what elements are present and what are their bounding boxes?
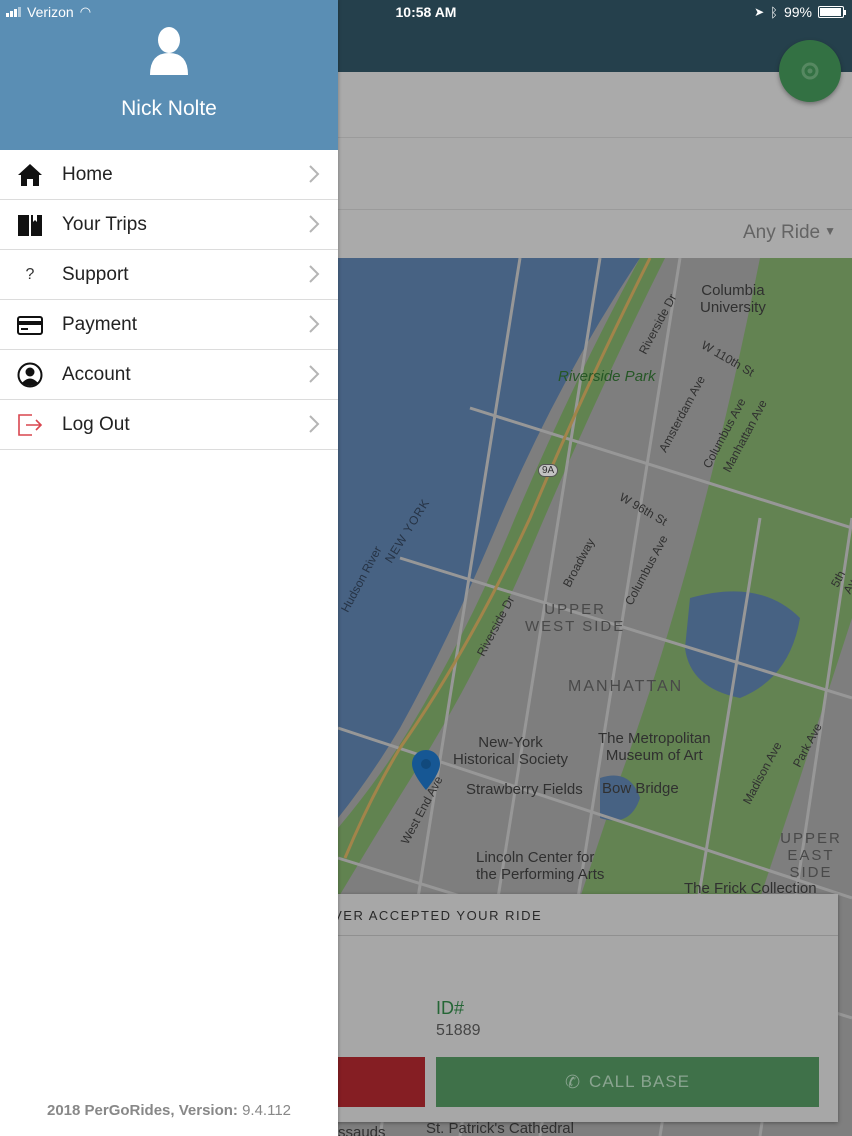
menu-label-log-out: Log Out	[62, 413, 130, 435]
ride-status-card: IVER ACCEPTED YOUR RIDE ID# 51889 ✆ CALL…	[300, 894, 838, 1122]
version-footer: 2018 PerGoRides, Version: 9.4.112	[0, 1102, 338, 1119]
call-base-label: CALL BASE	[589, 1072, 691, 1091]
bluetooth-icon: ᛒ	[770, 4, 778, 20]
home-icon	[0, 150, 62, 200]
ride-status-header: IVER ACCEPTED YOUR RIDE	[300, 894, 838, 936]
chevron-right-icon	[309, 315, 320, 333]
copyright-text: 2018 PerGoRides, Version:	[46, 1102, 238, 1119]
map-label-st-patricks: St. Patrick's Cathedral	[426, 1120, 574, 1136]
map-label-lincoln-center: Lincoln Center for the Performing Arts	[476, 849, 605, 883]
battery-icon	[818, 6, 846, 18]
map-label-upper-east-side: UPPER EAST SIDE	[780, 830, 842, 881]
ride-type-value: Any Ride	[743, 222, 821, 243]
menu-item-payment[interactable]: Payment	[0, 300, 338, 350]
avatar-icon	[150, 27, 188, 75]
map-label-bow-bridge: Bow Bridge	[602, 780, 679, 797]
drawer-menu: Home Your Trips ? Support Payment Accoun…	[0, 150, 338, 450]
locate-button[interactable]	[779, 40, 841, 102]
menu-label-your-trips: Your Trips	[62, 213, 147, 235]
menu-item-support[interactable]: ? Support	[0, 250, 338, 300]
map-label-met: The Metropolitan Museum of Art	[598, 730, 711, 764]
menu-label-support: Support	[62, 263, 129, 285]
phone-icon: ✆	[564, 1071, 582, 1092]
map-label-manhattan: MANHATTAN	[568, 678, 684, 695]
map-label-strawberry-fields: Strawberry Fields	[466, 781, 583, 798]
trip-id-value: 51889	[436, 1022, 481, 1039]
user-circle-icon	[0, 350, 62, 400]
target-icon	[801, 62, 819, 80]
user-name: Nick Nolte	[121, 97, 217, 120]
map-label-riverside-park: Riverside Park	[558, 368, 656, 385]
chevron-right-icon	[309, 365, 320, 383]
map-label-upper-west-side: UPPER WEST SIDE	[525, 601, 626, 635]
location-arrow-icon: ➤	[754, 5, 765, 19]
location-pin-icon	[412, 750, 440, 790]
chevron-right-icon	[309, 215, 320, 233]
status-time: 10:58 AM	[395, 4, 457, 20]
trip-id-label: ID#	[436, 998, 465, 1018]
ride-type-dropdown[interactable]: Any Ride ▼	[743, 222, 836, 244]
call-base-button[interactable]: ✆ CALL BASE	[436, 1057, 819, 1107]
chevron-right-icon	[309, 265, 320, 283]
menu-item-home[interactable]: Home	[0, 150, 338, 200]
side-drawer: Nick Nolte Home Your Trips ? Support Pay…	[0, 0, 338, 1136]
logout-icon	[0, 400, 62, 450]
map-label-nyhs: New-York Historical Society	[453, 734, 569, 768]
question-icon: ?	[25, 265, 35, 283]
credit-card-icon	[0, 300, 62, 350]
version-number: 9.4.112	[242, 1102, 292, 1119]
map-label-columbia: Columbia University	[700, 282, 766, 316]
caret-down-icon: ▼	[824, 224, 836, 238]
menu-item-your-trips[interactable]: Your Trips	[0, 200, 338, 250]
route-shield: 9A	[538, 464, 559, 477]
chevron-right-icon	[309, 415, 320, 433]
menu-label-home: Home	[62, 163, 113, 185]
status-bar: Verizon ◠ 10:58 AM ➤ ᛒ 99%	[0, 0, 852, 24]
book-icon	[0, 200, 62, 250]
menu-item-log-out[interactable]: Log Out	[0, 400, 338, 450]
chevron-right-icon	[309, 165, 320, 183]
menu-label-payment: Payment	[62, 313, 137, 335]
menu-label-account: Account	[62, 363, 131, 385]
map-label-saunds: ssauds	[338, 1124, 386, 1136]
menu-item-account[interactable]: Account	[0, 350, 338, 400]
battery-percent: 99%	[783, 4, 812, 20]
